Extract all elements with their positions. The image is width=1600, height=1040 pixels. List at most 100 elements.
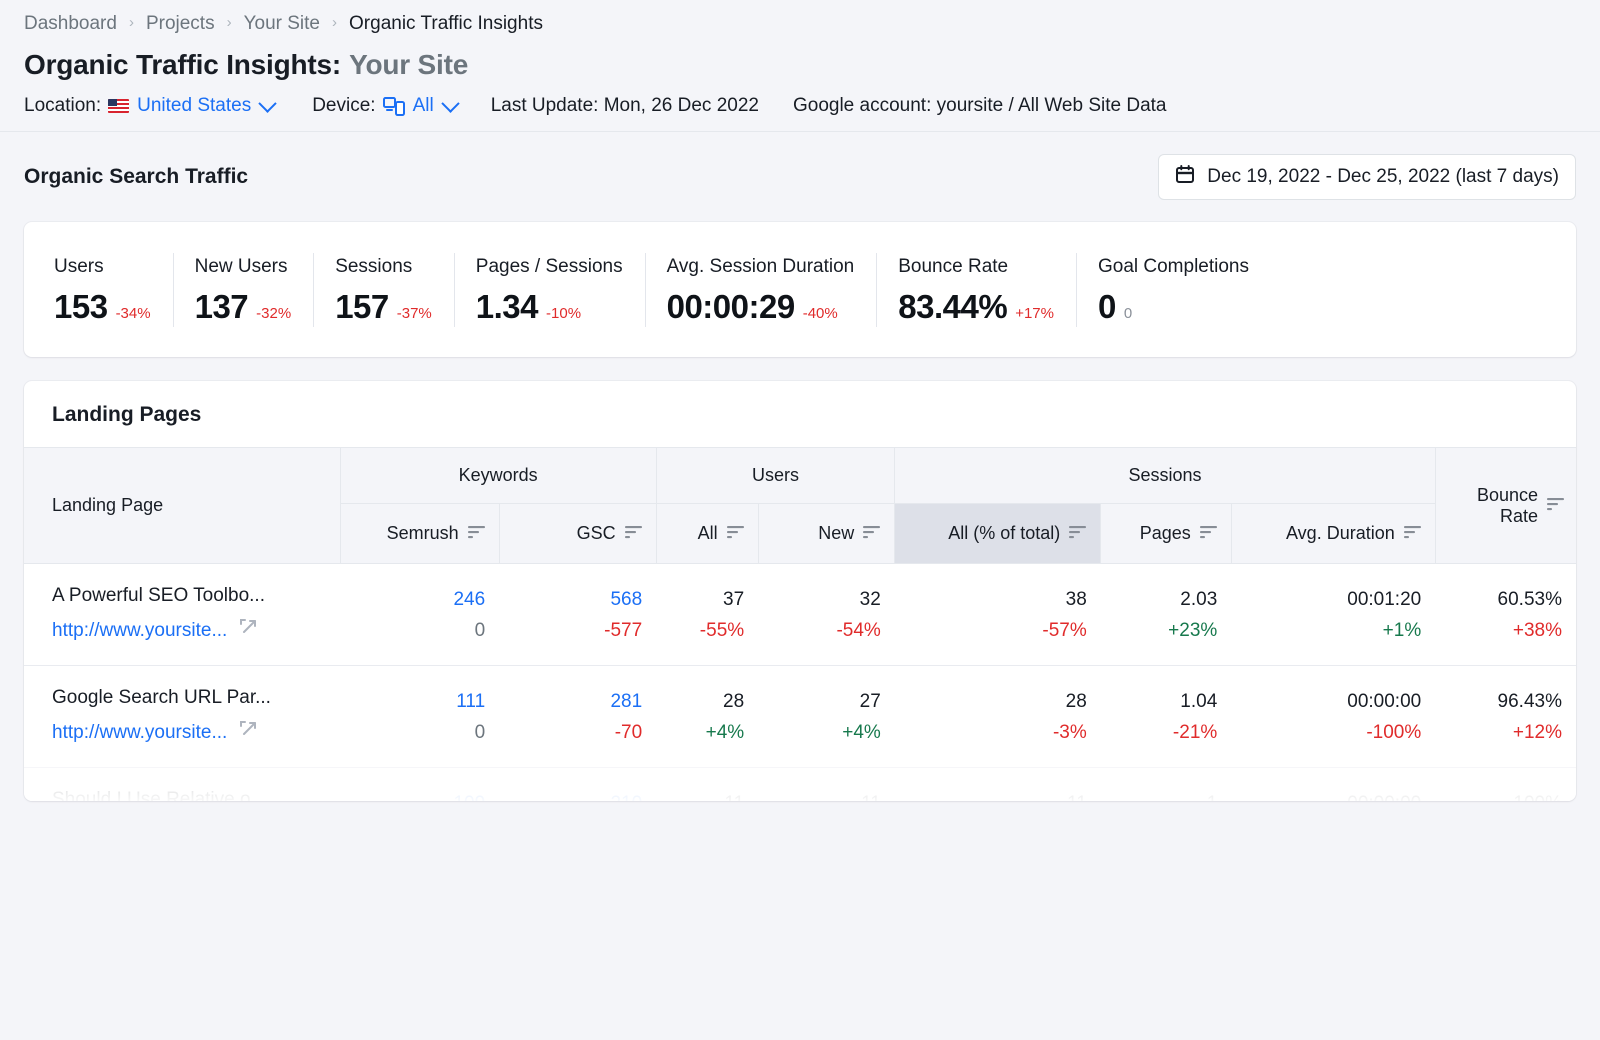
col-sessions-all[interactable]: All (% of total) xyxy=(895,504,1101,564)
metric-delta: -37% xyxy=(397,306,432,321)
value-main: 27 xyxy=(772,692,881,711)
metric-value: 1.34 xyxy=(476,290,538,323)
value-main: 00:00:00 xyxy=(1245,794,1421,802)
metric-avg-session-duration: Avg. Session Duration 00:00:29 -40% xyxy=(645,253,877,327)
value-delta: -21% xyxy=(1115,723,1218,742)
cell-keywords-semrush: 111 0 xyxy=(340,666,499,768)
value-main: 1.04 xyxy=(1115,692,1218,711)
value-main: 11 xyxy=(670,794,744,802)
col-label: All xyxy=(698,523,718,544)
col-sessions-avg-duration[interactable]: Avg. Duration xyxy=(1231,504,1435,564)
metric-label: Pages / Sessions xyxy=(476,257,623,276)
landing-pages-card: Landing Pages Landing Page Keywords User… xyxy=(24,381,1576,801)
metric-label: Users xyxy=(54,257,151,276)
value-main: 38 xyxy=(909,590,1087,609)
chevron-down-icon xyxy=(441,94,459,112)
metric-label: Bounce Rate xyxy=(898,257,1054,276)
cell-users-new: 27 +4% xyxy=(758,666,895,768)
value-main: 60.53% xyxy=(1449,590,1562,609)
landing-page-title: Google Search URL Par... xyxy=(52,688,312,707)
cell-sessions-all: 38 -57% xyxy=(895,564,1101,666)
metric-delta: +17% xyxy=(1015,306,1054,321)
breadcrumb-item-your-site[interactable]: Your Site xyxy=(244,14,320,33)
value-main: 246 xyxy=(354,590,485,609)
value-delta: +1% xyxy=(1245,621,1421,640)
organic-search-traffic-metrics: Users 153 -34% New Users 137 -32% Sessio… xyxy=(24,222,1576,357)
google-account: Google account: yoursite / All Web Site … xyxy=(793,95,1167,117)
table-row[interactable]: Google Search URL Par... http://www.your… xyxy=(24,666,1576,768)
cell-sessions-pages: 1.04 -21% xyxy=(1101,666,1232,768)
breadcrumb-item-projects[interactable]: Projects xyxy=(146,14,215,33)
col-group-keywords: Keywords xyxy=(340,448,656,504)
cell-sessions-avg-duration: 00:00:00 0 xyxy=(1231,768,1435,802)
cell-users-new: 32 -54% xyxy=(758,564,895,666)
sort-icon[interactable] xyxy=(727,523,744,544)
breadcrumb: Dashboard › Projects › Your Site › Organ… xyxy=(24,14,1576,33)
value-main: 100% xyxy=(1449,794,1562,802)
sort-icon[interactable] xyxy=(1200,523,1217,544)
value-main: 281 xyxy=(513,692,642,711)
value-main: 109 xyxy=(354,794,485,802)
cell-landing-page[interactable]: Should I Use Relative o... http://www.yo… xyxy=(24,768,340,802)
cell-sessions-all: 28 -3% xyxy=(895,666,1101,768)
col-keywords-semrush[interactable]: Semrush xyxy=(340,504,499,564)
sort-icon[interactable] xyxy=(1069,523,1086,544)
cell-users-all: 37 -55% xyxy=(656,564,758,666)
col-users-new[interactable]: New xyxy=(758,504,895,564)
location-value: United States xyxy=(137,95,251,117)
value-main: 11 xyxy=(909,794,1087,802)
value-main: 00:01:20 xyxy=(1245,590,1421,609)
metric-delta: 0 xyxy=(1124,306,1132,321)
breadcrumb-item-dashboard[interactable]: Dashboard xyxy=(24,14,117,33)
value-main: 28 xyxy=(909,692,1087,711)
landing-page-url[interactable]: http://www.yoursite... xyxy=(52,723,227,742)
cell-bounce-rate: 96.43% +12% xyxy=(1435,666,1576,768)
value-main: 28 xyxy=(670,692,744,711)
metric-delta: -10% xyxy=(546,306,581,321)
col-sessions-pages[interactable]: Pages xyxy=(1101,504,1232,564)
sort-icon[interactable] xyxy=(468,523,485,544)
metric-value: 0 xyxy=(1098,290,1116,323)
value-delta: +23% xyxy=(1115,621,1218,640)
value-delta: +12% xyxy=(1449,723,1562,742)
calendar-icon xyxy=(1175,164,1195,190)
date-range-picker[interactable]: Dec 19, 2022 - Dec 25, 2022 (last 7 days… xyxy=(1158,154,1576,200)
breadcrumb-separator: › xyxy=(332,15,337,30)
col-users-all[interactable]: All xyxy=(656,504,758,564)
col-label: Avg. Duration xyxy=(1286,523,1395,544)
external-link-icon[interactable] xyxy=(239,618,258,643)
value-delta: -3% xyxy=(909,723,1087,742)
sort-icon[interactable] xyxy=(1404,523,1421,544)
sort-icon[interactable] xyxy=(1547,495,1564,516)
cell-sessions-avg-duration: 00:00:00 -100% xyxy=(1231,666,1435,768)
col-label: Pages xyxy=(1140,523,1191,544)
value-main: 00:00:00 xyxy=(1245,692,1421,711)
location-filter[interactable]: Location: United States xyxy=(24,95,274,117)
value-delta: -55% xyxy=(670,621,744,640)
table-row[interactable]: A Powerful SEO Toolbo... http://www.your… xyxy=(24,564,1576,666)
device-value: All xyxy=(413,95,434,117)
cell-landing-page[interactable]: A Powerful SEO Toolbo... http://www.your… xyxy=(24,564,340,666)
landing-page-url[interactable]: http://www.yoursite... xyxy=(52,621,227,640)
device-label: Device: xyxy=(312,95,375,117)
value-delta: -57% xyxy=(909,621,1087,640)
value-delta: 0 xyxy=(354,723,485,742)
external-link-icon[interactable] xyxy=(239,720,258,745)
landing-pages-title: Landing Pages xyxy=(24,381,1576,447)
chevron-down-icon xyxy=(259,94,277,112)
col-landing-page: Landing Page xyxy=(24,448,340,564)
col-bounce-rate[interactable]: Bounce Rate xyxy=(1435,448,1576,564)
table-row[interactable]: Should I Use Relative o... http://www.yo… xyxy=(24,768,1576,802)
sort-icon[interactable] xyxy=(625,523,642,544)
cell-landing-page[interactable]: Google Search URL Par... http://www.your… xyxy=(24,666,340,768)
landing-pages-table-body: A Powerful SEO Toolbo... http://www.your… xyxy=(24,564,1576,802)
cell-sessions-all: 11 -59% xyxy=(895,768,1101,802)
value-main: 111 xyxy=(354,692,485,711)
col-group-sessions: Sessions xyxy=(895,448,1435,504)
device-filter[interactable]: Device: All xyxy=(312,95,456,117)
col-keywords-gsc[interactable]: GSC xyxy=(499,504,656,564)
value-delta: +4% xyxy=(670,723,744,742)
cell-sessions-pages: 2.03 +23% xyxy=(1101,564,1232,666)
cell-users-new: 11 -58% xyxy=(758,768,895,802)
sort-icon[interactable] xyxy=(863,523,880,544)
